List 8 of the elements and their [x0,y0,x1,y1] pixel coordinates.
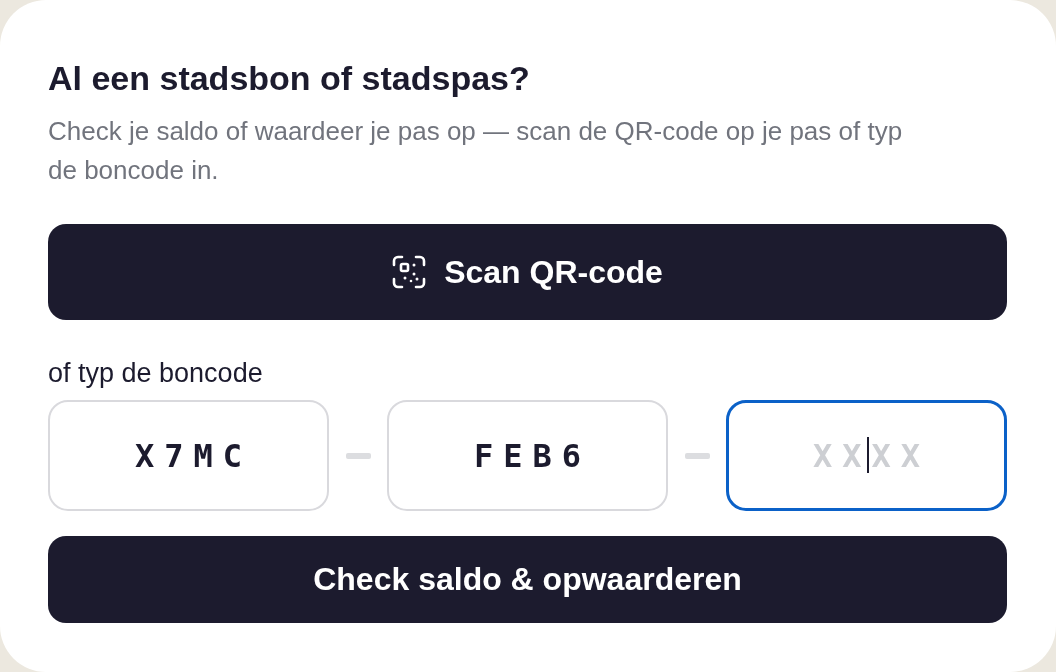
code-input-field[interactable]: FEB6 [387,400,668,511]
card-title: Al een stadsbon of stadspas? [48,58,531,98]
code-label: of typ de boncode [48,357,264,390]
code-input-field[interactable]: X7MC [48,400,329,511]
qr-scan-icon [392,255,427,289]
check-balance-button[interactable]: Check saldo & opwaarderen [48,536,1007,623]
card-description: Check je saldo of waardeer je pas op — scan de QR-code op je pas of typ de boncode in. [48,115,904,187]
scan-qr-button[interactable]: Scan QR-code [48,224,1007,320]
